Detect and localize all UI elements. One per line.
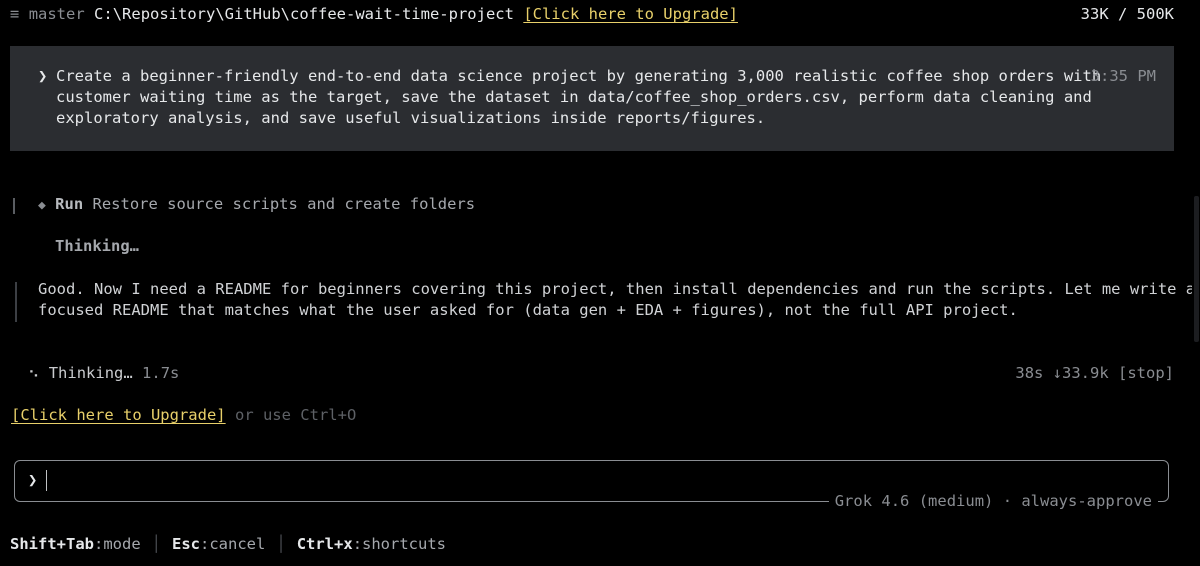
step-gutter-bar [13,198,15,214]
shortcut-cancel[interactable]: Esc:cancel [172,535,265,553]
prompt-timestamp: 3:35 PM [1090,67,1156,85]
shortcut-key: Ctrl+x [296,535,353,553]
diamond-icon: ◆ [38,198,46,213]
shortcut-action: :shortcuts [352,535,447,553]
shortcut-mode[interactable]: Shift+Tab:mode [10,535,141,553]
stop-control[interactable]: 38s ↓33.9k [stop] [1015,363,1174,384]
shortcut-action: :cancel [200,535,266,553]
scrollbar-thumb[interactable] [1194,196,1199,342]
prompt-chevron-icon: ❯ [38,67,48,85]
model-selector[interactable]: Grok 4.6 (medium) · always-approve [828,491,1158,512]
upgrade-link-bottom[interactable]: [Click here to Upgrade] [11,406,226,424]
divider: │ [276,535,286,553]
input-chevron-icon: ❯ [28,471,38,489]
thinking-header[interactable]: Thinking… [55,236,139,257]
chat-input-box[interactable]: ❯ Grok 4.6 (medium) · always-approve [14,460,1169,512]
text-cursor [46,470,47,491]
upgrade-hint: or use Ctrl+O [234,406,357,424]
elapsed-time: 1.7s [142,364,180,382]
repo-path: C:\Repository\GitHub\coffee-wait-time-pr… [94,5,514,23]
thought-gutter-bar [15,282,17,322]
thinking-status-label: Thinking… [48,364,133,382]
spinner-icon: ⠢ [28,364,40,382]
user-prompt-block: ❯ Create a beginner-friendly end-to-end … [10,46,1174,151]
divider: │ [151,535,162,553]
shortcut-footer: Shift+Tab:mode │ Esc:cancel │ Ctrl+x:shortcu… [10,534,446,555]
branch-name: master [28,5,85,23]
user-prompt-text: Create a beginner-friendly end-to-end da… [56,67,1102,127]
upgrade-line: [Click here to Upgrade] or use Ctrl+O [11,405,356,426]
shortcut-shortcuts[interactable]: Ctrl+x:shortcuts [297,535,446,553]
shortcut-key: Shift+Tab [10,535,94,553]
shortcut-key: Esc [172,535,201,553]
thinking-content: Good. Now I need a README for beginners … [38,280,1196,319]
status-bar: ≡ master C:\Repository\GitHub\coffee-wai… [10,4,738,24]
scrollbar[interactable] [1192,0,1200,566]
token-usage: 33K / 500K [1080,5,1174,23]
menu-icon[interactable]: ≡ [10,5,19,23]
run-step-label: Run [55,195,84,213]
upgrade-link-top[interactable]: [Click here to Upgrade] [523,5,738,23]
shortcut-action: :mode [94,535,141,553]
run-step[interactable]: ◆ Run Restore source scripts and create … [38,194,475,216]
thinking-status: ⠢ Thinking… 1.7s [28,363,179,384]
run-step-description: Restore source scripts and create folder… [92,195,476,213]
